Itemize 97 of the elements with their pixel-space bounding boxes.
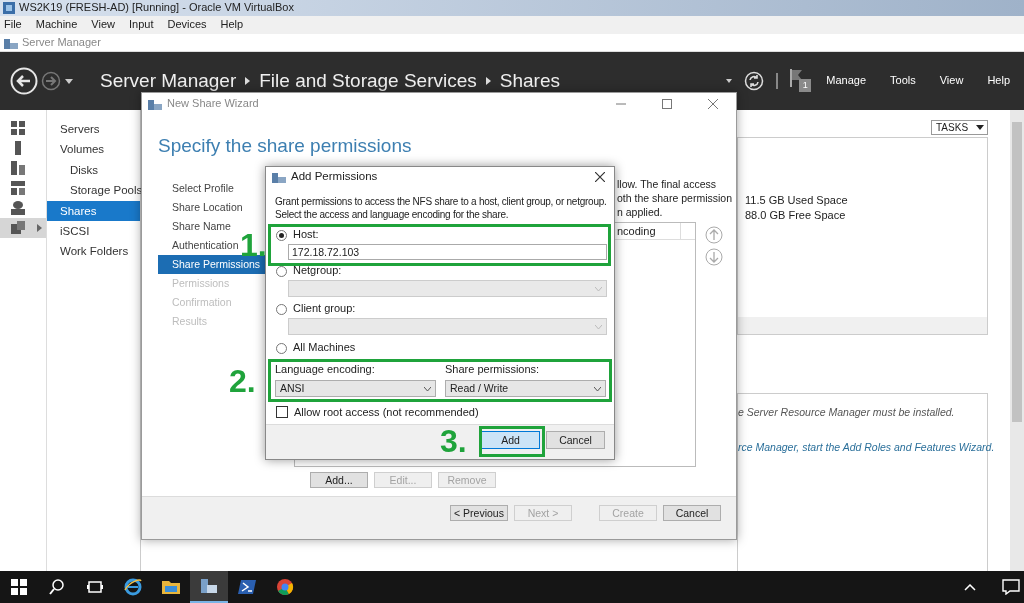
tool-item[interactable] — [0, 218, 46, 238]
dropdown-field[interactable] — [288, 318, 607, 335]
notification-badge: 1 — [799, 79, 812, 92]
scrollbar[interactable] — [1010, 110, 1024, 571]
radio-button[interactable] — [276, 229, 287, 241]
column-header[interactable]: ncoding — [617, 222, 681, 239]
option-label: Client group: — [293, 302, 356, 316]
server-manager-icon — [200, 577, 218, 595]
nav-item[interactable]: Volumes — [47, 139, 140, 160]
permissions-dropdown[interactable]: Read / Write — [445, 380, 606, 398]
window-title: New Share Wizard — [167, 97, 259, 111]
maximize-button[interactable] — [662, 99, 672, 109]
field-label: Share permissions: — [445, 363, 541, 377]
host-field[interactable]: 172.18.72.103 — [288, 244, 607, 260]
description-text: n applied. — [617, 204, 664, 220]
hierarchy-icon — [11, 181, 25, 195]
breadcrumb-item[interactable]: Shares — [499, 69, 560, 93]
menu-item[interactable]: Machine — [35, 18, 78, 32]
space-text: 88.0 GB Free Space — [744, 208, 847, 223]
radio-button[interactable] — [276, 342, 287, 354]
wizard-link[interactable]: rce Manager, start the Add Roles and Features Wizard. — [738, 440, 998, 454]
encoding-dropdown[interactable]: ANSI — [275, 380, 436, 398]
notice-text: e Server Resource Manager must be installed. — [738, 406, 956, 419]
chevron-up-icon[interactable] — [964, 583, 976, 591]
dropdown-arrow-icon — [976, 125, 985, 130]
dropdown-arrow-icon[interactable] — [65, 78, 73, 84]
breadcrumb-item[interactable]: Server Manager — [100, 69, 237, 93]
breadcrumb-separator-icon — [485, 77, 491, 85]
radio-button[interactable] — [276, 303, 287, 315]
list-button[interactable]: Add... — [310, 471, 368, 488]
breadcrumb-item[interactable]: File and Storage Services — [259, 69, 477, 93]
taskbar-button[interactable] — [190, 571, 228, 603]
circle-logo-icon — [276, 578, 294, 596]
grid-icon — [11, 121, 25, 135]
separator-icon — [776, 73, 779, 89]
menu-item[interactable]: File — [4, 18, 22, 32]
server-manager-icon — [272, 170, 286, 184]
dialog-button[interactable]: Cancel — [546, 431, 605, 449]
menu-item[interactable]: Help — [220, 18, 244, 32]
task-view-icon — [87, 579, 103, 595]
menu-item[interactable]: Devices — [167, 18, 207, 32]
option-label: Netgroup: — [293, 264, 342, 278]
dialog-button[interactable]: Add — [481, 431, 540, 449]
description-text: oth the share permission — [617, 190, 733, 206]
back-button[interactable] — [10, 67, 38, 95]
browser-icon — [124, 578, 142, 596]
page-heading: Specify the share permissions — [157, 135, 413, 158]
space-text: 11.5 GB Used Space — [744, 193, 849, 208]
nav-item[interactable]: Storage Pools — [47, 180, 140, 201]
window-title: WS2K19 (FRESH-AD) [Running] - Oracle VM VirtualBox — [19, 1, 294, 15]
menu-item[interactable]: Manage — [826, 74, 867, 88]
radio-button[interactable] — [276, 265, 287, 277]
wizard-step[interactable]: Authentication — [158, 235, 242, 255]
menu-item[interactable]: View — [939, 74, 964, 88]
folder-icon — [162, 578, 180, 596]
wizard-step[interactable]: Share Name — [158, 216, 234, 236]
wizard-step[interactable]: Share Location — [158, 197, 246, 217]
start-icon — [11, 579, 27, 595]
search-icon — [49, 579, 65, 595]
footer-button[interactable]: Cancel — [663, 505, 721, 521]
wizard-step[interactable]: Select Profile — [158, 178, 237, 198]
dropdown-arrow-icon[interactable] — [726, 79, 733, 83]
tasks-button[interactable]: TASKS — [931, 120, 988, 135]
dialog-title: Add Permissions — [291, 170, 378, 184]
menu-item[interactable]: Help — [987, 74, 1010, 88]
menu-item[interactable]: Input — [128, 18, 154, 32]
menu-item[interactable]: Tools — [890, 74, 916, 88]
window-title: Server Manager — [22, 35, 101, 50]
servers-icon — [11, 161, 25, 175]
description-text: llow. The final access — [617, 176, 718, 192]
nav-item[interactable]: Servers — [47, 119, 140, 140]
nav-item[interactable]: Work Folders — [47, 241, 140, 262]
expand-arrow-icon — [37, 224, 42, 232]
notifications-icon[interactable] — [1002, 579, 1020, 595]
menu-item[interactable]: View — [91, 18, 115, 32]
scrollbar-thumb[interactable] — [1012, 122, 1022, 422]
server-manager-icon — [148, 97, 162, 111]
close-button[interactable] — [595, 172, 605, 182]
step-number: 2. — [229, 365, 256, 397]
highlight-frame — [479, 426, 545, 457]
flag-icon[interactable] — [790, 69, 803, 87]
checkbox-label: Allow root access (not recommended) — [294, 405, 479, 419]
virtualbox-icon — [3, 2, 15, 14]
description-text: Grant permissions to access the NFS share to a host, client group, or netgroup. Select the access and language encoding for the share. — [274, 195, 608, 221]
dropdown-field[interactable] — [288, 280, 607, 297]
refresh-button[interactable] — [744, 71, 765, 91]
step-number: 3. — [440, 425, 467, 457]
option-label: All Machines — [293, 341, 356, 355]
breadcrumb-separator-icon — [245, 77, 251, 85]
nav-item[interactable]: Disks — [47, 159, 140, 181]
option-label: Host: — [293, 228, 319, 242]
checkbox[interactable] — [276, 406, 288, 419]
terminal-icon — [238, 578, 256, 596]
nav-item[interactable]: iSCSI — [47, 220, 140, 242]
footer-button[interactable]: < Previous — [450, 505, 508, 521]
nav-item[interactable]: Shares — [47, 200, 140, 221]
field-label: Language encoding: — [275, 363, 376, 377]
